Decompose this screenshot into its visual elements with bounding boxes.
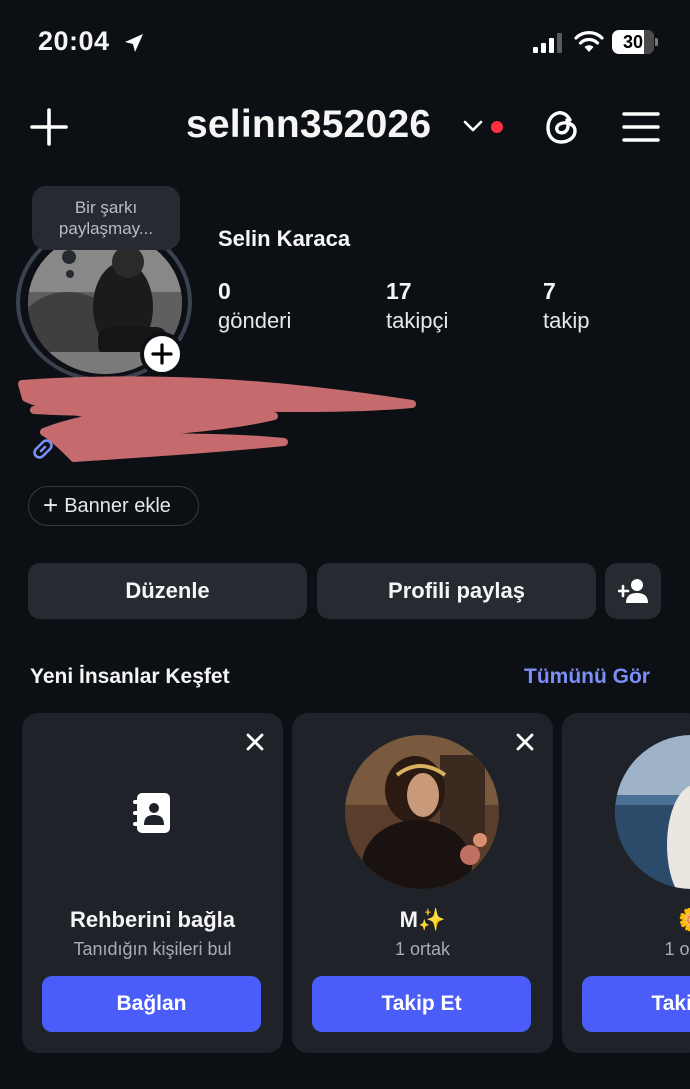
card-title: M✨: [399, 907, 446, 932]
music-note-bubble[interactable]: Bir şarkı paylaşmay...: [32, 186, 180, 250]
see-all-link[interactable]: Tümünü Gör: [524, 665, 650, 689]
add-banner-label: Banner ekle: [64, 494, 171, 517]
following-count[interactable]: 7: [543, 278, 556, 305]
cellular-signal-icon: [533, 33, 562, 53]
threads-icon[interactable]: [542, 106, 582, 148]
card-subtitle: 1 ortak: [394, 939, 451, 959]
wifi-icon: [574, 31, 604, 52]
discover-people-button[interactable]: [605, 563, 661, 619]
notification-dot: [491, 121, 503, 133]
following-label[interactable]: takip: [543, 308, 589, 334]
card-title: 🌼: [615, 907, 690, 933]
battery-icon: 30: [612, 30, 658, 54]
suggested-user-avatar[interactable]: [345, 735, 499, 889]
card-title: Rehberini bağla: [69, 907, 236, 932]
music-bubble-line-1: Bir şarkı: [74, 198, 138, 217]
follow-button[interactable]: Takip Et: [312, 976, 531, 1032]
add-person-icon: [618, 579, 648, 603]
music-bubble-line-2: paylaşmay...: [58, 219, 154, 238]
account-username[interactable]: selinn352026: [186, 103, 431, 147]
posts-label[interactable]: gönderi: [218, 308, 291, 334]
bubble-tail: [62, 250, 76, 264]
connect-button[interactable]: Bağlan: [42, 976, 261, 1032]
follow-button[interactable]: Takip Et: [582, 976, 690, 1032]
add-story-button[interactable]: [140, 332, 184, 376]
bubble-tail-small: [66, 270, 74, 278]
suggested-user-avatar[interactable]: [615, 735, 690, 889]
connect-contacts-card: Rehberini bağla Tanıdığın kişileri bul B…: [22, 713, 283, 1053]
followers-count[interactable]: 17: [386, 278, 412, 305]
edit-profile-button[interactable]: Düzenle: [28, 563, 307, 619]
card-subtitle: 1 ortak: [664, 939, 690, 959]
redacted-bio-scribble: [18, 376, 416, 462]
battery-level: 30: [622, 32, 644, 52]
add-banner-button[interactable]: + Banner ekle: [28, 486, 199, 526]
create-plus-icon[interactable]: [30, 108, 68, 146]
followers-label[interactable]: takipçi: [386, 308, 448, 334]
status-time: 20:04: [38, 26, 110, 56]
contacts-book-icon: [133, 793, 170, 833]
profile-full-name: Selin Karaca: [218, 226, 351, 251]
card-subtitle: Tanıdığın kişileri bul: [73, 939, 232, 959]
plus-icon: +: [43, 489, 59, 520]
share-profile-button[interactable]: Profili paylaş: [317, 563, 596, 619]
location-arrow-icon: [125, 34, 143, 52]
menu-hamburger-icon[interactable]: [622, 110, 660, 144]
close-icon[interactable]: [514, 731, 536, 753]
posts-count[interactable]: 0: [218, 278, 231, 305]
chevron-down-icon[interactable]: [462, 118, 484, 134]
close-icon[interactable]: [244, 731, 266, 753]
discover-section-title: Yeni İnsanlar Keşfet: [30, 665, 230, 688]
suggested-user-card: 🌼 1 ortak Takip Et: [562, 713, 690, 1053]
suggested-user-card: M✨ 1 ortak Takip Et: [292, 713, 553, 1053]
